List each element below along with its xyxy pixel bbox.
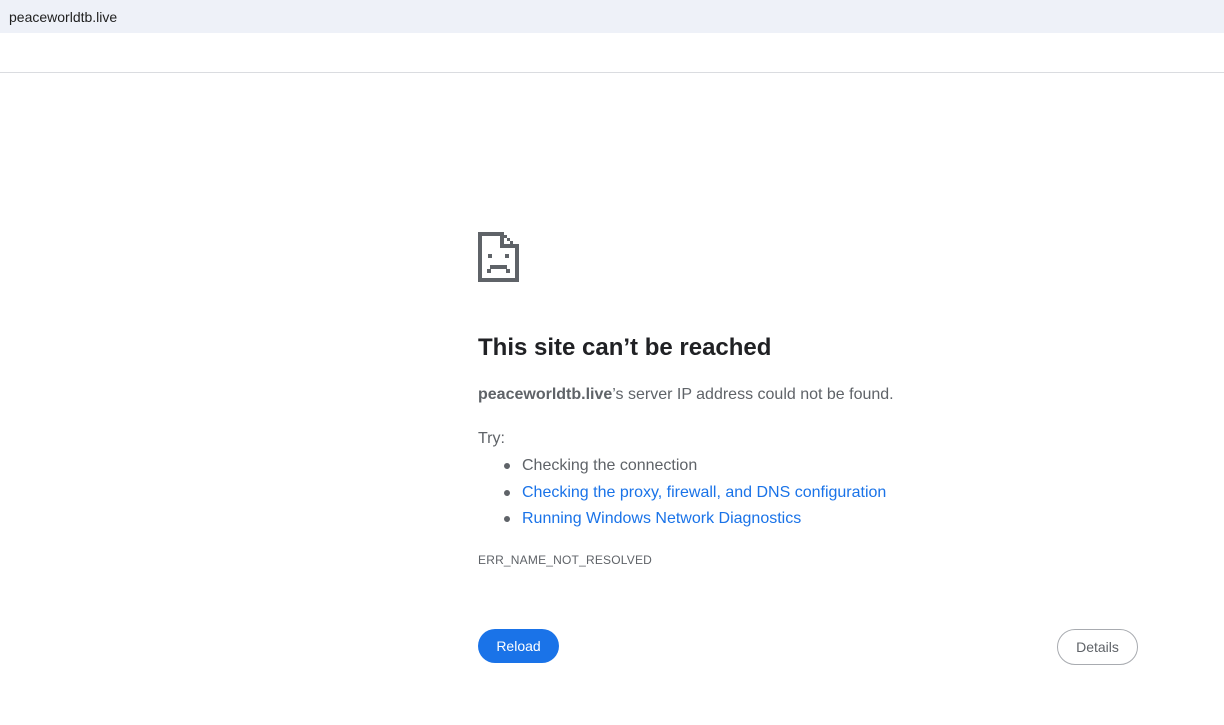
error-summary: peaceworldtb.live’s server IP address co… — [478, 386, 894, 404]
sad-page-icon — [478, 232, 519, 282]
suggestion-check-proxy: Checking the proxy, firewall, and DNS co… — [503, 480, 886, 507]
toolbar-strip — [0, 33, 1224, 73]
suggestion-network-diagnostics-link[interactable]: Running Windows Network Diagnostics — [522, 510, 801, 527]
error-content: This site can’t be reached peaceworldtb.… — [478, 232, 1138, 665]
suggestion-check-connection: Checking the connection — [503, 453, 886, 480]
suggestion-check-proxy-link[interactable]: Checking the proxy, firewall, and DNS co… — [522, 484, 886, 501]
error-summary-text: ’s server IP address could not be found. — [612, 386, 894, 403]
reload-button[interactable]: Reload — [478, 629, 559, 663]
error-code: ERR_NAME_NOT_RESOLVED — [478, 553, 653, 567]
address-bar[interactable]: peaceworldtb.live — [0, 0, 1224, 33]
details-button[interactable]: Details — [1057, 629, 1138, 665]
error-host: peaceworldtb.live — [478, 386, 613, 403]
suggestion-check-connection-text: Checking the connection — [522, 457, 698, 474]
suggestion-network-diagnostics: Running Windows Network Diagnostics — [503, 506, 886, 533]
error-title: This site can’t be reached — [478, 334, 772, 361]
try-label: Try: — [478, 430, 505, 447]
address-bar-url[interactable]: peaceworldtb.live — [9, 9, 117, 25]
suggestions-list: Checking the connection Checking the pro… — [478, 453, 886, 533]
